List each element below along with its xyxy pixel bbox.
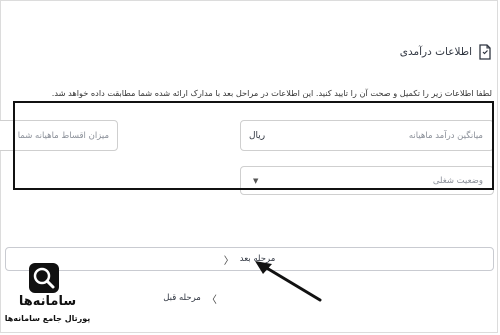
highlight-box (13, 101, 494, 190)
pointer-arrow-icon (255, 261, 322, 302)
section-title: اطلاعات درآمدی (399, 46, 472, 58)
previous-step-label: مرحله قبل (163, 293, 201, 303)
chevron-left-icon: 〈 (223, 255, 234, 267)
instruction-text: لطفا اطلاعات زیر را تکمیل و صحت آن را تا… (51, 88, 492, 98)
document-icon (479, 44, 491, 60)
site-logo: سامانه‌ها پورتال جامع سامانه‌ها (0, 262, 95, 332)
logo-tagline: پورتال جامع سامانه‌ها (4, 314, 91, 323)
previous-step-button[interactable]: 〉 مرحله قبل (160, 289, 220, 307)
logo-name: سامانه‌ها (18, 294, 77, 309)
magnifier-logo-icon (29, 263, 59, 293)
chevron-right-icon: 〉 (206, 294, 217, 306)
section-header: اطلاعات درآمدی (400, 44, 492, 60)
